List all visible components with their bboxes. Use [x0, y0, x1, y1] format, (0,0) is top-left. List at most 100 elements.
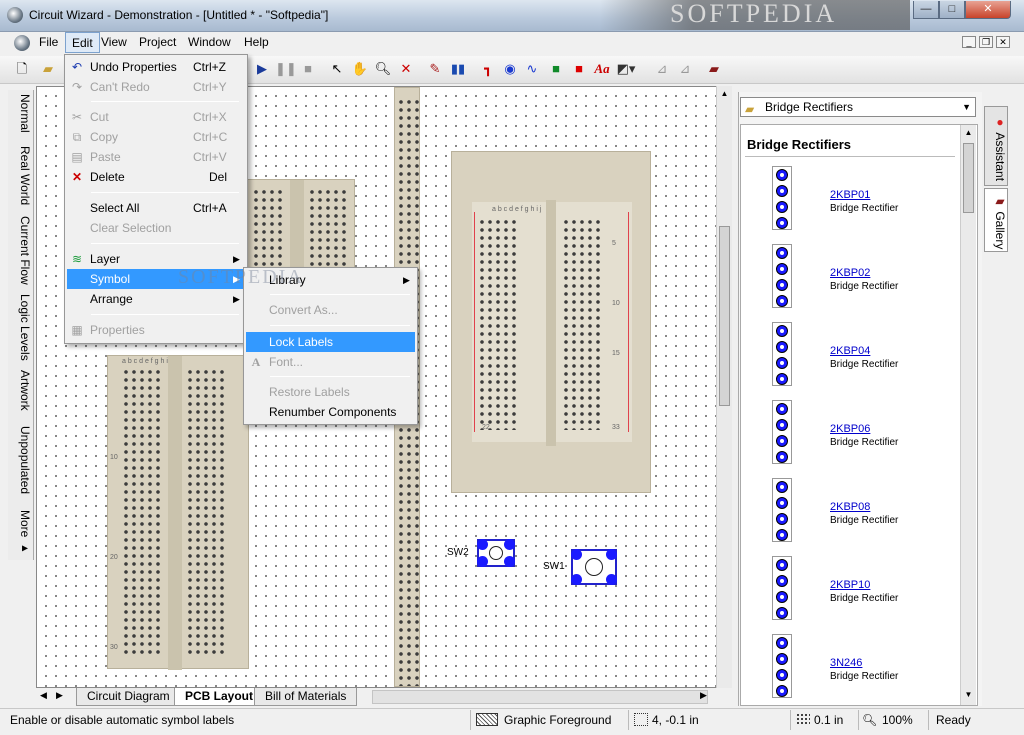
close-button[interactable]: ✕	[965, 1, 1011, 19]
pause-icon[interactable]: ❚❚	[275, 59, 297, 79]
flip-vertical-icon[interactable]: ⊿	[675, 59, 695, 79]
gallery-item-name[interactable]: 2KBP04	[830, 345, 870, 357]
menu-item-paste[interactable]: ▤ Paste Ctrl+V	[67, 147, 245, 167]
menu-separator	[91, 101, 239, 102]
menu-item-delete[interactable]: ✕ Delete Del	[67, 167, 245, 187]
chevron-down-icon[interactable]: ▼	[962, 98, 971, 116]
flip-horizontal-icon[interactable]: ⊿	[652, 59, 672, 79]
tab-logic-levels[interactable]: Logic Levels	[10, 294, 32, 361]
red-block-icon[interactable]: ■	[569, 59, 589, 79]
minimize-button[interactable]: —	[913, 1, 939, 19]
play-icon[interactable]: ▶	[252, 59, 272, 79]
gallery-item[interactable]: 2KBP02 Bridge Rectifier	[744, 244, 954, 316]
gallery-category-select[interactable]: ▰ Bridge Rectifiers ▼	[740, 97, 976, 117]
stop-icon[interactable]: ■	[298, 59, 318, 79]
menu-item-select-all[interactable]: Select All Ctrl+A	[67, 198, 245, 218]
fill-dropdown-icon[interactable]: ◩▾	[616, 59, 636, 79]
sw2-label: SW2	[447, 547, 469, 558]
menu-project[interactable]: Project	[133, 32, 182, 53]
hand-icon[interactable]: ✋	[350, 59, 370, 79]
gallery-item[interactable]: 2KBP04 Bridge Rectifier	[744, 322, 954, 394]
gallery-item-name[interactable]: 2KBP10	[830, 579, 870, 591]
gallery-item[interactable]: 2KBP01 Bridge Rectifier	[744, 166, 954, 238]
menu-window[interactable]: Window	[182, 32, 237, 53]
menu-item-arrange[interactable]: Arrange ▶	[67, 289, 245, 309]
tab-circuit-diagram[interactable]: Circuit Diagram	[76, 688, 181, 706]
symbol-submenu: Library ▶ Convert As... Lock Labels A Font…	[243, 267, 418, 425]
gallery-item[interactable]: 2KBP08 Bridge Rectifier	[744, 478, 954, 550]
open-folder-icon[interactable]: ▰	[38, 59, 58, 79]
gallery-item-name[interactable]: 2KBP01	[830, 189, 870, 201]
gallery-item-description: Bridge Rectifier	[830, 437, 899, 448]
document-icon[interactable]	[14, 35, 30, 51]
menu-item-lock-labels[interactable]: Lock Labels	[246, 332, 415, 352]
gallery-scrollbar[interactable]: ▲ ▼	[960, 125, 976, 705]
mdi-close-button[interactable]: ✕	[996, 36, 1010, 48]
pin-pad	[776, 513, 788, 525]
horizontal-scrollbar[interactable]	[372, 690, 708, 704]
app-icon[interactable]	[7, 7, 23, 23]
scroll-up-icon[interactable]: ▲	[717, 86, 732, 102]
curve-icon[interactable]: ∿	[522, 59, 542, 79]
gallery-item-name[interactable]: 2KBP02	[830, 267, 870, 279]
scroll-up-icon[interactable]: ▲	[961, 125, 976, 141]
tab-bill-of-materials[interactable]: Bill of Materials	[254, 688, 358, 706]
menu-item-redo[interactable]: ↷ Can't Redo Ctrl+Y	[67, 77, 245, 97]
properties-icon: ▦	[71, 323, 83, 337]
scroll-down-icon[interactable]: ▼	[961, 687, 976, 703]
tab-more[interactable]: More ▸	[10, 510, 32, 555]
switch-sw1[interactable]	[571, 549, 617, 585]
menu-item-properties[interactable]: ▦ Properties	[67, 320, 245, 340]
switch-sw2[interactable]	[477, 539, 515, 567]
canvas-vertical-scrollbar[interactable]: ▲	[716, 86, 732, 688]
scroll-thumb[interactable]	[719, 226, 730, 406]
row-label: 5	[612, 240, 616, 247]
pointer-icon[interactable]: ↖	[327, 59, 347, 79]
gallery-book-icon[interactable]: ▰	[704, 59, 724, 79]
tab-normal[interactable]: Normal	[10, 94, 32, 133]
mdi-restore-button[interactable]: ❐	[979, 36, 993, 48]
zoom-icon[interactable]: 🔍︎	[373, 59, 393, 79]
gallery-item-name[interactable]: 3N246	[830, 657, 862, 669]
tab-artwork[interactable]: Artwork	[10, 370, 32, 411]
graph-icon[interactable]: ▮▮	[448, 59, 468, 79]
wire-icon[interactable]: ┓	[478, 59, 498, 79]
tab-gallery[interactable]: ▰ Gallery	[984, 188, 1008, 252]
probe-icon[interactable]: ✎	[425, 59, 445, 79]
menu-item-copy[interactable]: ⧉ Copy Ctrl+C	[67, 127, 245, 147]
gallery-item[interactable]: 3N246 Bridge Rectifier	[744, 634, 954, 706]
menu-item-cut[interactable]: ✂ Cut Ctrl+X	[67, 107, 245, 127]
new-file-icon[interactable]: 🗋	[12, 59, 32, 79]
tab-unpopulated[interactable]: Unpopulated	[10, 426, 32, 494]
text-tool-icon[interactable]: Aa	[592, 59, 612, 79]
mdi-minimize-button[interactable]: _	[962, 36, 976, 48]
node-icon[interactable]: ◉	[500, 59, 520, 79]
tab-real-world[interactable]: Real World	[10, 146, 32, 205]
menu-item-clear-selection[interactable]: Clear Selection	[67, 218, 245, 238]
status-grid: 0.1 in	[814, 713, 844, 727]
tab-current-flow[interactable]: Current Flow	[10, 216, 32, 285]
menu-help[interactable]: Help	[238, 32, 275, 53]
gallery-item[interactable]: 2KBP10 Bridge Rectifier	[744, 556, 954, 628]
maximize-button[interactable]: □	[939, 1, 965, 19]
menu-file[interactable]: File	[33, 32, 64, 53]
menu-item-undo[interactable]: ↶ Undo Properties Ctrl+Z	[67, 57, 245, 77]
menu-view[interactable]: View	[95, 32, 133, 53]
scroll-thumb[interactable]	[963, 143, 974, 213]
menu-item-convert-as[interactable]: Convert As...	[246, 300, 415, 320]
green-block-icon[interactable]: ■	[546, 59, 566, 79]
menu-item-renumber-components[interactable]: Renumber Components	[246, 402, 415, 422]
tab-pcb-layout[interactable]: PCB Layout	[174, 688, 265, 706]
menu-item-restore-labels[interactable]: Restore Labels	[246, 382, 415, 402]
breadboard-lower[interactable]: a b c d e f g h i j 10 20 30	[107, 355, 249, 670]
breadboard-right[interactable]: a b c d e f g h i j 5 10 15 22 33	[451, 151, 651, 493]
gallery-item-name[interactable]: 2KBP08	[830, 501, 870, 513]
menu-item-font[interactable]: A Font...	[246, 352, 415, 372]
tab-assistant[interactable]: ● Assistant	[984, 106, 1008, 186]
gallery-item[interactable]: 2KBP06 Bridge Rectifier	[744, 400, 954, 472]
tab-scroll-right-icon[interactable]: ▶	[56, 690, 63, 701]
delete-tool-icon[interactable]: ✕	[396, 59, 416, 79]
tab-scroll-left-icon[interactable]: ◀	[40, 690, 47, 701]
hscroll-right-icon[interactable]: ▶	[700, 690, 707, 701]
gallery-item-name[interactable]: 2KBP06	[830, 423, 870, 435]
